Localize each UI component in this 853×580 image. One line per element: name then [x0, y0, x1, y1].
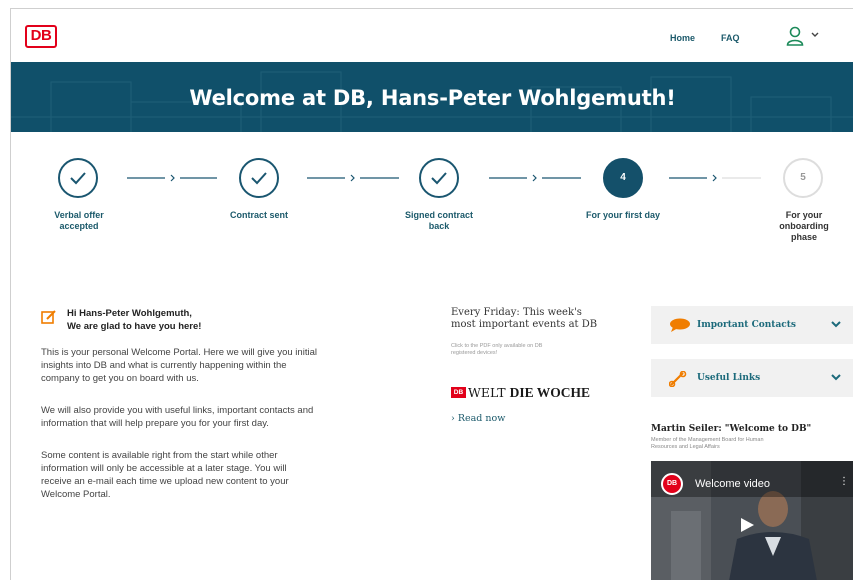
weekly-news-heading: Every Friday: This week's most important…	[451, 307, 626, 331]
video-sub-line: Member of the Management Board for Human	[651, 437, 764, 443]
checkmark-icon	[431, 172, 447, 185]
info-paragraph: We will also provide you with useful lin…	[41, 404, 411, 430]
step-2-indicator	[239, 158, 279, 198]
note-line: registered devices!	[451, 350, 498, 356]
db-logo[interactable]: DB	[25, 25, 57, 48]
content-paragraph: Some content is available right from the…	[41, 449, 411, 501]
step-connector	[127, 174, 217, 182]
step-connector	[489, 174, 581, 182]
note-line: Click to the PDF only available on DB	[451, 343, 543, 349]
step-label-line: Verbal offer	[54, 210, 104, 220]
edit-icon	[41, 310, 56, 324]
paragraph-line: company to get you on board with us.	[41, 373, 199, 384]
checkmark-icon	[70, 172, 86, 185]
read-now-link[interactable]: › Read now	[451, 413, 505, 424]
user-icon	[786, 26, 804, 46]
step-label-line: For your first day	[585, 210, 660, 220]
db-badge: DB	[451, 387, 466, 398]
top-navigation: DB Home FAQ	[11, 9, 853, 62]
video-sub-line: Resources and Legal Affairs	[651, 444, 720, 450]
step-5-indicator: 5	[783, 158, 823, 198]
step-2-label: Contract sent	[215, 210, 303, 221]
useful-links-accordion[interactable]: Useful Links	[651, 359, 853, 397]
step-5-label: For your onboarding phase	[765, 210, 843, 243]
step-4-indicator: 4	[603, 158, 643, 198]
paragraph-line: information that will help prepare you f…	[41, 418, 269, 429]
welt-word: WELT	[468, 385, 506, 400]
nav-faq-link[interactable]: FAQ	[721, 33, 740, 43]
step-3-indicator	[419, 158, 459, 198]
step-4-label: For your first day	[573, 210, 673, 221]
important-contacts-accordion[interactable]: Important Contacts	[651, 306, 853, 344]
video-player-title: Welcome video	[695, 478, 770, 490]
paragraph-line: Welcome Portal.	[41, 489, 111, 500]
paragraph-line: Some content is available right from the…	[41, 450, 278, 461]
more-vertical-icon[interactable]: ⋮	[839, 477, 849, 487]
paragraph-line: This is your personal Welcome Portal. He…	[41, 347, 317, 358]
weekly-line: Every Friday: This week's	[451, 307, 582, 318]
greeting-heading: Hi Hans-Peter Wohlgemuth, We are glad to…	[67, 307, 201, 333]
video-heading: Martin Seiler: "Welcome to DB"	[651, 424, 812, 434]
app-window: DB Home FAQ Welcome at DB, Hans-Peter Wo…	[10, 8, 853, 580]
checkmark-icon	[251, 172, 267, 185]
step-label-line: accepted	[59, 221, 99, 231]
page-title: Welcome at DB, Hans-Peter Wohlgemuth!	[189, 86, 676, 110]
step-1-label: Verbal offer accepted	[35, 210, 123, 232]
step-label-line: Contract sent	[229, 210, 288, 220]
chevron-down-icon	[811, 32, 819, 37]
welt-wordmark: WELT DIE WOCHE	[468, 385, 590, 401]
greeting-line: We are glad to have you here!	[67, 321, 202, 332]
accordion-label: Useful Links	[697, 373, 761, 383]
chat-bubble-icon	[670, 318, 690, 332]
paragraph-line: insights into DB and what is currently h…	[41, 360, 287, 371]
step-3-label: Signed contract back	[395, 210, 483, 232]
step-label-line: onboarding	[779, 221, 829, 231]
paragraph-line: receive an e-mail each time we upload ne…	[41, 476, 289, 487]
accordion-label: Important Contacts	[697, 320, 796, 330]
step-1-indicator	[58, 158, 98, 198]
welcome-banner: Welcome at DB, Hans-Peter Wohlgemuth!	[11, 62, 853, 132]
nav-home-link[interactable]: Home	[670, 33, 695, 43]
paragraph-line: information will only be accessible at a…	[41, 463, 287, 474]
weekly-line: most important events at DB	[451, 319, 598, 330]
welcome-video-player[interactable]: DB Welcome video ⋮	[651, 461, 853, 580]
paragraph-line: We will also provide you with useful lin…	[41, 405, 314, 416]
chevron-down-icon	[831, 321, 841, 328]
db-channel-logo: DB	[661, 473, 683, 495]
user-menu-button[interactable]	[786, 26, 826, 48]
step-label-line: For your	[785, 210, 823, 220]
intro-paragraph: This is your personal Welcome Portal. He…	[41, 346, 411, 385]
die-woche-word: DIE WOCHE	[509, 385, 590, 400]
play-icon[interactable]	[737, 516, 757, 534]
chevron-down-icon	[831, 374, 841, 381]
video-subheading: Member of the Management Board for Human…	[651, 437, 846, 451]
weekly-note: Click to the PDF only available on DB re…	[451, 343, 601, 357]
step-connector	[307, 174, 399, 182]
step-connector	[669, 174, 761, 182]
greeting-line: Hi Hans-Peter Wohlgemuth,	[67, 308, 192, 319]
step-label-line: phase	[790, 232, 817, 242]
link-icon	[669, 371, 687, 387]
step-label-line: Signed contract	[404, 210, 473, 220]
step-label-line: back	[428, 221, 450, 231]
